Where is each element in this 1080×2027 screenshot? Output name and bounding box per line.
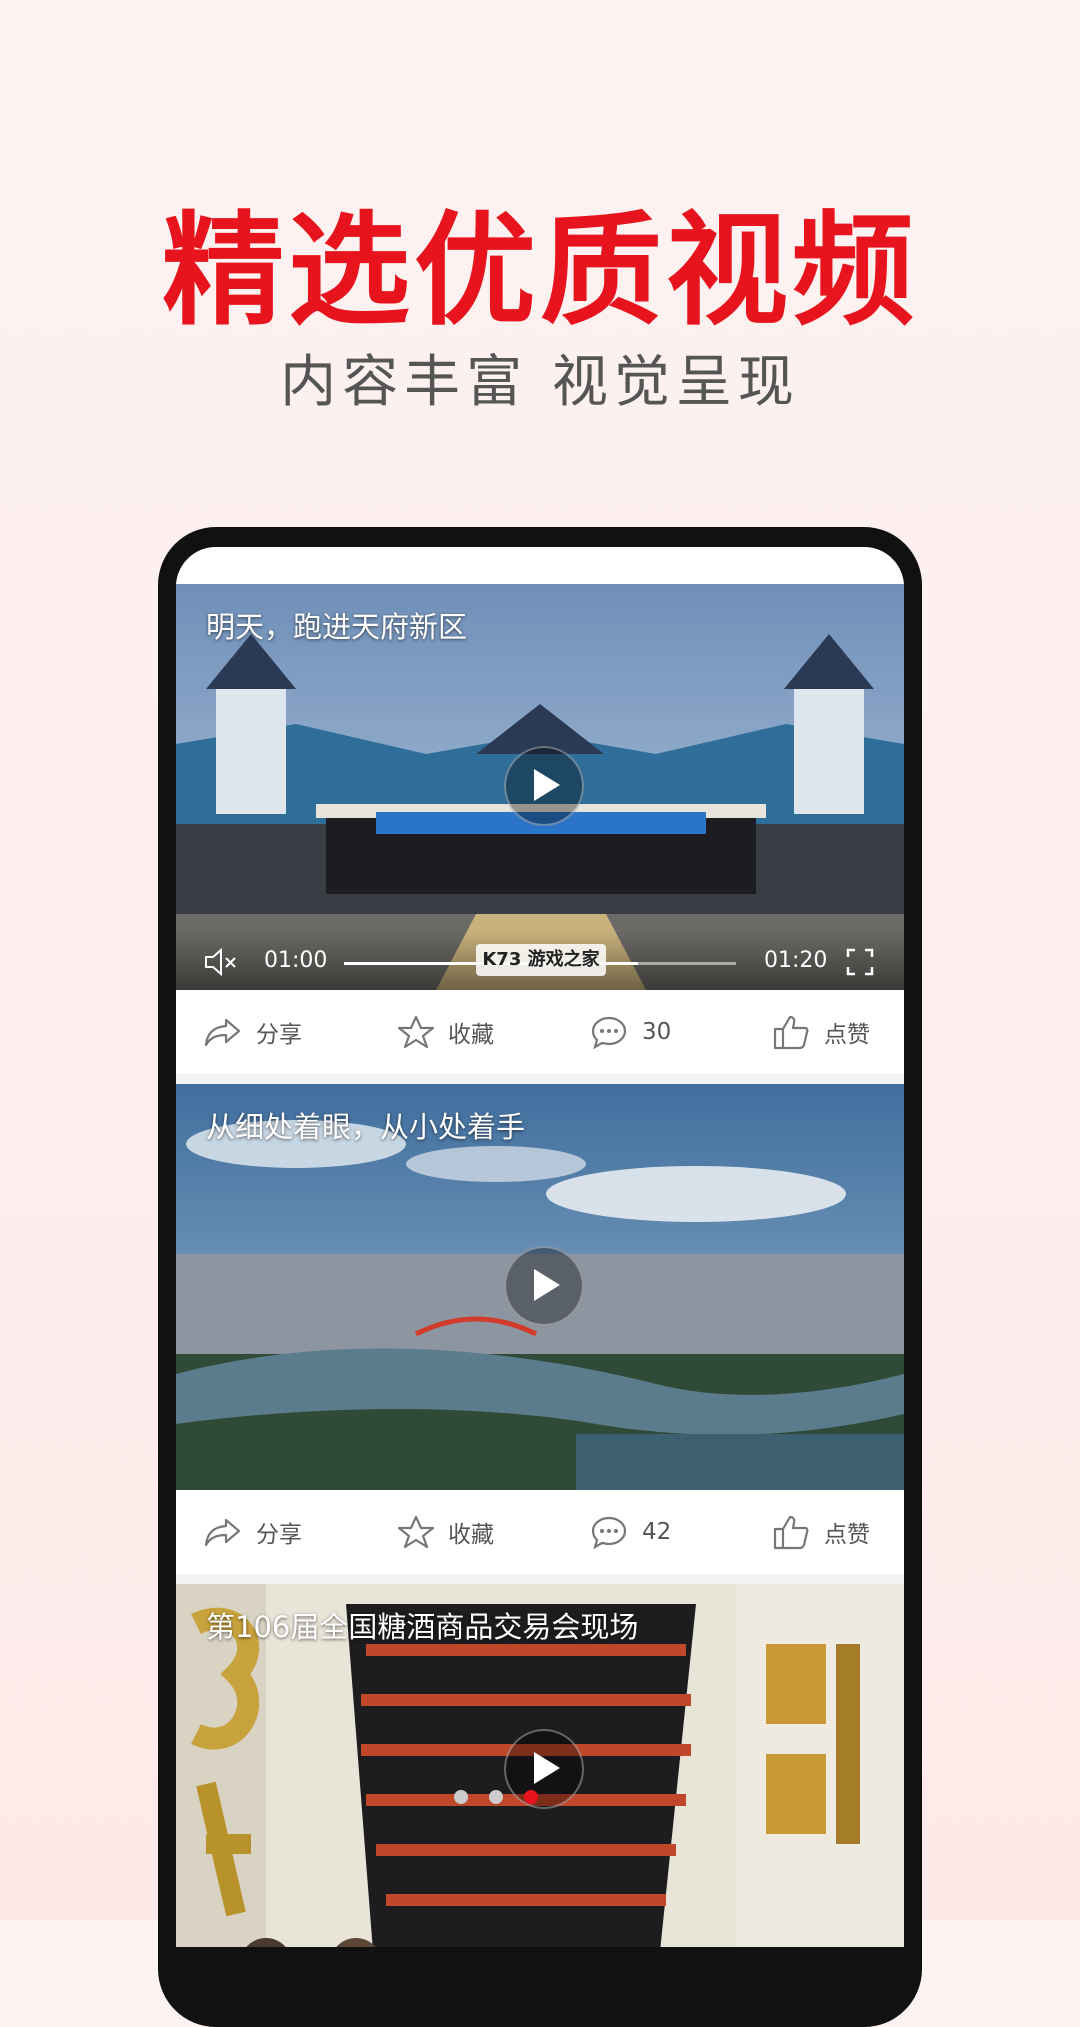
comment-icon <box>591 1016 627 1049</box>
comment-button[interactable]: 30 <box>590 990 671 1074</box>
carousel-dots <box>446 1789 546 1808</box>
comment-button[interactable]: 42 <box>590 1490 671 1574</box>
promo-headline: 精选优质视频 <box>162 200 918 342</box>
play-icon <box>534 769 560 801</box>
share-icon <box>204 1518 241 1547</box>
like-button[interactable]: 点赞 <box>772 990 870 1074</box>
share-button[interactable]: 分享 <box>204 990 302 1074</box>
like-button[interactable]: 点赞 <box>772 1490 870 1574</box>
promo-subline: 内容丰富 视觉呈现 <box>280 350 800 415</box>
share-label: 分享 <box>256 1522 302 1548</box>
carousel-dot-active[interactable] <box>524 1790 539 1804</box>
carousel-dot[interactable] <box>454 1790 468 1804</box>
video-title: 第106届全国糖酒商品交易会现场 <box>206 1610 639 1644</box>
action-bar: 分享 收藏 42 点赞 <box>176 1490 904 1574</box>
favorite-button[interactable]: 收藏 <box>398 990 494 1074</box>
comment-count: 42 <box>642 1519 672 1545</box>
play-icon <box>534 1269 560 1301</box>
video-title: 从细处着眼，从小处着手 <box>206 1110 526 1144</box>
thumbs-up-icon <box>773 1015 809 1050</box>
duration: 01:20 <box>764 948 828 973</box>
share-icon <box>204 1018 241 1047</box>
phone-screen: 明天，跑进天府新区 01:00 01:20 K73 游戏之家 分享 收藏 30 … <box>176 547 904 1947</box>
comment-icon <box>591 1516 627 1549</box>
watermark: K73 游戏之家 <box>476 944 606 976</box>
current-time: 01:00 <box>264 948 328 973</box>
mute-icon[interactable] <box>204 948 238 976</box>
favorite-label: 收藏 <box>448 1522 494 1548</box>
video-title: 明天，跑进天府新区 <box>206 610 468 644</box>
video-card: 第106届全国糖酒商品交易会现场 <box>176 1584 904 1947</box>
star-icon <box>398 1515 434 1549</box>
status-bar <box>176 547 904 584</box>
fullscreen-icon[interactable] <box>846 948 874 976</box>
share-label: 分享 <box>256 1022 302 1048</box>
like-label: 点赞 <box>824 1022 870 1048</box>
video-thumbnail[interactable]: 从细处着眼，从小处着手 <box>176 1084 904 1490</box>
thumbs-up-icon <box>773 1515 809 1550</box>
video-thumbnail[interactable]: 明天，跑进天府新区 01:00 01:20 K73 游戏之家 <box>176 584 904 990</box>
share-button[interactable]: 分享 <box>204 1490 302 1574</box>
comment-count: 30 <box>642 1019 672 1045</box>
video-card: 明天，跑进天府新区 01:00 01:20 K73 游戏之家 分享 收藏 30 … <box>176 584 904 1074</box>
video-card: 从细处着眼，从小处着手 分享 收藏 42 点赞 <box>176 1084 904 1574</box>
play-icon <box>534 1752 560 1784</box>
action-bar: 分享 收藏 30 点赞 <box>176 990 904 1074</box>
favorite-label: 收藏 <box>448 1022 494 1048</box>
video-thumbnail[interactable]: 第106届全国糖酒商品交易会现场 <box>176 1584 904 1947</box>
like-label: 点赞 <box>824 1522 870 1548</box>
carousel-dot[interactable] <box>489 1790 504 1804</box>
star-icon <box>398 1015 434 1049</box>
play-button[interactable] <box>504 1246 584 1326</box>
play-button[interactable] <box>504 746 584 826</box>
favorite-button[interactable]: 收藏 <box>398 1490 494 1574</box>
